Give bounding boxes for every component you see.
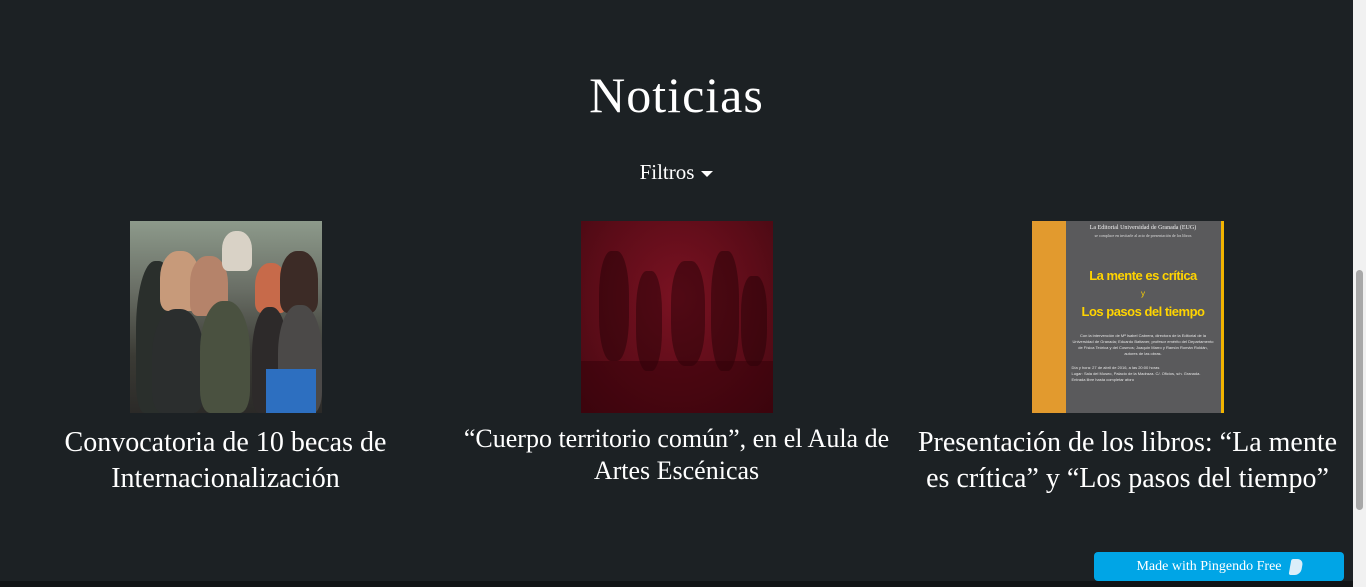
poster-body: Con la intervención de Mª Isabel Cabrera… bbox=[1072, 333, 1214, 356]
page-bottom-edge bbox=[0, 581, 1353, 587]
pingendo-badge-label: Made with Pingendo Free bbox=[1136, 558, 1282, 574]
filters-dropdown: Filtros bbox=[0, 160, 1353, 185]
news-thumbnail[interactable] bbox=[580, 221, 773, 413]
news-thumbnail[interactable]: La mente es crítica Los pasos del tiempo… bbox=[1031, 221, 1224, 413]
poster-conjunction: y bbox=[1141, 289, 1145, 298]
scrollbar-thumb[interactable] bbox=[1356, 270, 1363, 510]
filters-button[interactable]: Filtros bbox=[640, 160, 714, 185]
news-card[interactable]: “Cuerpo territorio común”, en el Aula de… bbox=[451, 221, 902, 487]
cover-title-2: Los pasos del tiempo bbox=[1034, 336, 1063, 349]
vertical-scrollbar[interactable] bbox=[1353, 0, 1366, 587]
poster-where: Lugar: Sala del Museo, Palacio de la Mad… bbox=[1071, 371, 1201, 382]
pingendo-badge[interactable]: Made with Pingendo Free bbox=[1094, 552, 1344, 581]
news-thumbnail[interactable] bbox=[129, 221, 322, 413]
news-title[interactable]: Convocatoria de 10 becas de Internaciona… bbox=[0, 425, 451, 497]
poster-subheader: se complace en invitarle al acto de pres… bbox=[1094, 233, 1192, 238]
news-title[interactable]: Presentación de los libros: “La mente es… bbox=[902, 425, 1353, 497]
pingendo-logo-icon bbox=[1288, 558, 1303, 575]
page: Noticias Filtros Convocatoria de 10 beca… bbox=[0, 0, 1366, 587]
news-card[interactable]: Convocatoria de 10 becas de Internaciona… bbox=[0, 221, 451, 497]
poster-content: La Editorial Universidad de Granada (EUG… bbox=[1066, 221, 1221, 413]
poster-book-2: Los pasos del tiempo bbox=[1081, 304, 1205, 319]
book-covers: La mente es crítica Los pasos del tiempo bbox=[1032, 221, 1066, 413]
news-title[interactable]: “Cuerpo territorio común”, en el Aula de… bbox=[451, 423, 902, 487]
poster-book-1: La mente es crítica bbox=[1089, 268, 1197, 283]
poster-header: La Editorial Universidad de Granada (EUG… bbox=[1089, 225, 1197, 231]
news-card[interactable]: La mente es crítica Los pasos del tiempo… bbox=[902, 221, 1353, 497]
filters-label: Filtros bbox=[639, 160, 695, 184]
cover-title-1: La mente es crítica bbox=[1034, 236, 1064, 251]
page-title: Noticias bbox=[589, 67, 764, 123]
caret-down-icon bbox=[701, 170, 714, 177]
